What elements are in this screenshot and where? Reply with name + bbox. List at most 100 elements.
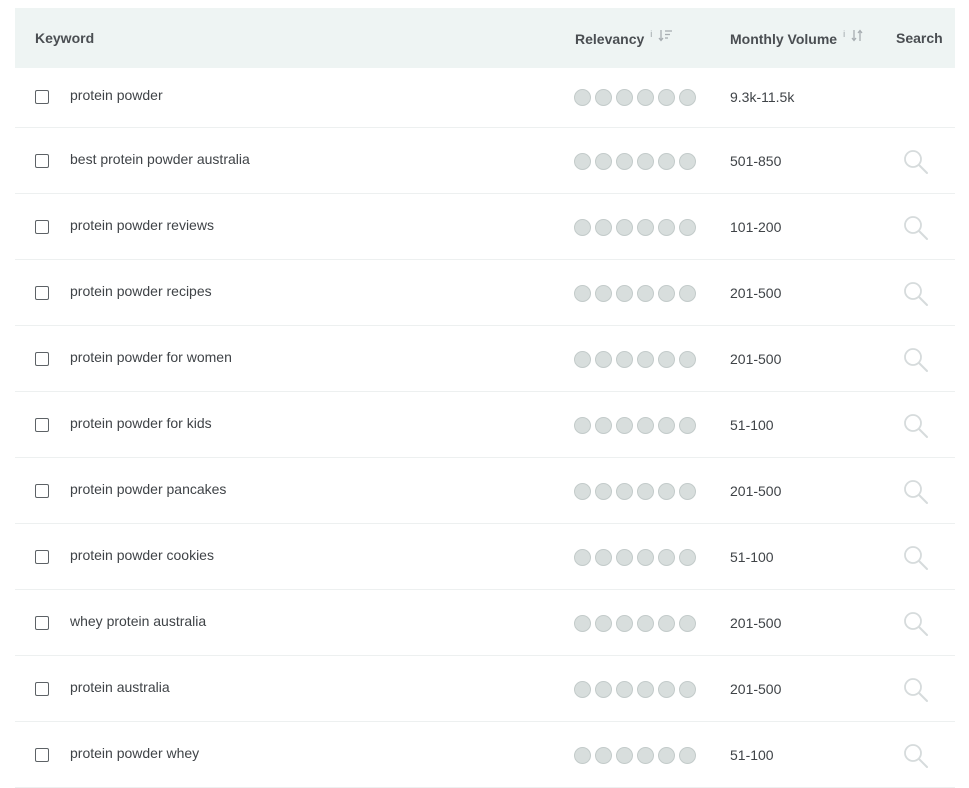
relevancy-dot — [658, 89, 675, 106]
keyword-text: whey protein australia — [70, 613, 207, 629]
relevancy-dot — [658, 549, 675, 566]
relevancy-dots — [574, 153, 696, 170]
keyword-text: best protein powder australia — [70, 151, 250, 167]
relevancy-dot — [658, 747, 675, 764]
search-icon[interactable] — [903, 149, 929, 175]
relevancy-dot — [679, 285, 696, 302]
relevancy-dot — [574, 483, 591, 500]
relevancy-dot — [679, 153, 696, 170]
row-checkbox[interactable] — [35, 286, 49, 300]
keyword-text: protein powder for kids — [70, 415, 212, 431]
monthly-volume-value: 101-200 — [730, 219, 782, 235]
table-row: protein powder reviews 101-200 — [15, 194, 955, 260]
row-checkbox[interactable] — [35, 748, 49, 762]
relevancy-dot — [595, 417, 612, 434]
relevancy-dot — [574, 681, 591, 698]
relevancy-dots — [574, 219, 696, 236]
monthly-volume-value: 51-100 — [730, 417, 774, 433]
relevancy-dot — [595, 89, 612, 106]
relevancy-dot — [658, 615, 675, 632]
row-checkbox[interactable] — [35, 682, 49, 696]
relevancy-dots — [574, 483, 696, 500]
row-checkbox[interactable] — [35, 154, 49, 168]
row-checkbox[interactable] — [35, 616, 49, 630]
monthly-volume-value: 201-500 — [730, 285, 782, 301]
relevancy-dot — [595, 615, 612, 632]
row-checkbox[interactable] — [35, 484, 49, 498]
table-row: protein powder pancakes 201-500 — [15, 458, 955, 524]
relevancy-dot — [637, 615, 654, 632]
relevancy-dot — [616, 417, 633, 434]
relevancy-dot — [574, 549, 591, 566]
relevancy-dot — [637, 153, 654, 170]
table-row: best protein powder australia 501-850 — [15, 128, 955, 194]
column-header-relevancy[interactable]: Relevancy i — [575, 9, 673, 69]
relevancy-dot — [595, 153, 612, 170]
relevancy-dot — [574, 89, 591, 106]
table-row: whey protein australia 201-500 — [15, 590, 955, 656]
relevancy-dot — [574, 747, 591, 764]
table-row: protein powder recipes 201-500 — [15, 260, 955, 326]
table-row: protein powder for women 201-500 — [15, 326, 955, 392]
keyword-text: protein powder reviews — [70, 217, 214, 233]
monthly-volume-value: 201-500 — [730, 483, 782, 499]
search-icon[interactable] — [903, 215, 929, 241]
search-icon[interactable] — [903, 545, 929, 571]
relevancy-dot — [679, 483, 696, 500]
relevancy-dot — [595, 549, 612, 566]
relevancy-dot — [658, 483, 675, 500]
relevancy-dot — [574, 219, 591, 236]
monthly-volume-value: 51-100 — [730, 747, 774, 763]
relevancy-dot — [637, 89, 654, 106]
relevancy-dot — [679, 747, 696, 764]
keyword-text: protein powder recipes — [70, 283, 212, 299]
relevancy-dot — [637, 681, 654, 698]
relevancy-dot — [679, 219, 696, 236]
search-icon[interactable] — [903, 611, 929, 637]
row-checkbox[interactable] — [35, 90, 49, 104]
relevancy-dot — [658, 681, 675, 698]
relevancy-dot — [574, 285, 591, 302]
keyword-text: protein powder pancakes — [70, 481, 227, 497]
relevancy-dot — [637, 351, 654, 368]
sort-both-icon[interactable] — [851, 8, 864, 68]
relevancy-dot — [637, 219, 654, 236]
sort-descending-icon[interactable] — [658, 8, 673, 68]
relevancy-dots — [574, 747, 696, 764]
relevancy-dot — [679, 89, 696, 106]
relevancy-dot — [658, 219, 675, 236]
relevancy-dots — [574, 681, 696, 698]
relevancy-dot — [574, 351, 591, 368]
relevancy-dot — [637, 747, 654, 764]
column-header-monthly-volume[interactable]: Monthly Volume i — [730, 9, 864, 69]
row-checkbox[interactable] — [35, 220, 49, 234]
relevancy-dot — [658, 417, 675, 434]
monthly-volume-value: 501-850 — [730, 153, 782, 169]
relevancy-dots — [574, 89, 696, 106]
search-icon[interactable] — [903, 413, 929, 439]
relevancy-dot — [616, 681, 633, 698]
row-checkbox[interactable] — [35, 418, 49, 432]
info-icon[interactable]: i — [843, 29, 845, 39]
search-icon[interactable] — [903, 479, 929, 505]
relevancy-dot — [616, 549, 633, 566]
relevancy-dot — [595, 483, 612, 500]
relevancy-dot — [658, 153, 675, 170]
relevancy-dot — [574, 417, 591, 434]
info-icon[interactable]: i — [650, 29, 652, 39]
table-row: protein powder 9.3k-11.5k — [15, 68, 955, 128]
monthly-volume-value: 51-100 — [730, 549, 774, 565]
relevancy-dot — [658, 285, 675, 302]
row-checkbox[interactable] — [35, 550, 49, 564]
relevancy-dot — [616, 615, 633, 632]
search-icon[interactable] — [903, 347, 929, 373]
search-icon[interactable] — [903, 281, 929, 307]
search-icon[interactable] — [903, 677, 929, 703]
relevancy-dot — [595, 219, 612, 236]
relevancy-dots — [574, 417, 696, 434]
relevancy-dots — [574, 549, 696, 566]
relevancy-dot — [679, 549, 696, 566]
relevancy-dots — [574, 285, 696, 302]
search-icon[interactable] — [903, 743, 929, 769]
row-checkbox[interactable] — [35, 352, 49, 366]
